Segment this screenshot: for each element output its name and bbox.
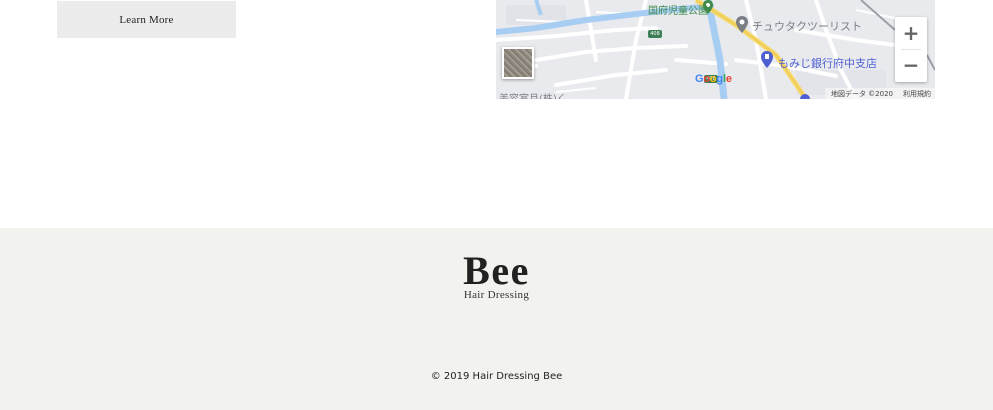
zoom-control: + − (895, 17, 927, 82)
map-label-park: 国府児童公園 (648, 6, 708, 17)
brand-logo-subtitle: Hair Dressing (463, 289, 530, 301)
google-logo-letter: e (725, 73, 732, 85)
satellite-thumbnail-icon[interactable] (502, 47, 534, 79)
map-label-cut-off: 美容室月(株)く (499, 90, 567, 99)
site-footer: Bee Hair Dressing © 2019 Hair Dressing B… (0, 228, 993, 410)
road-shield: 408 (648, 30, 662, 38)
map-label-bank: もみじ銀行府中支店 (778, 57, 877, 70)
map-label-tour: チュウタクツーリスト (752, 20, 862, 33)
zoom-out-button[interactable]: − (895, 49, 927, 81)
map-attribution-bar: 地図データ ©2020 利用規約 (824, 88, 935, 99)
zoom-in-button[interactable]: + (895, 17, 927, 49)
learn-more-button[interactable]: Learn More (57, 1, 236, 38)
map-attribution: 地図データ ©2020 (830, 89, 893, 98)
google-logo: Google (695, 73, 732, 85)
brand-logo-name[interactable]: Bee (0, 248, 993, 294)
map-terms-link[interactable]: 利用規約 (903, 89, 931, 99)
location-pin-icon (736, 16, 748, 38)
map-embed[interactable]: 国府児童公園 チュウタクツーリスト もみじ銀行府中支店 408 408 美容室月… (496, 0, 935, 99)
zoom-divider (901, 49, 921, 50)
copyright-text: © 2019 Hair Dressing Bee (430, 371, 563, 382)
bank-pin-icon (761, 51, 773, 73)
